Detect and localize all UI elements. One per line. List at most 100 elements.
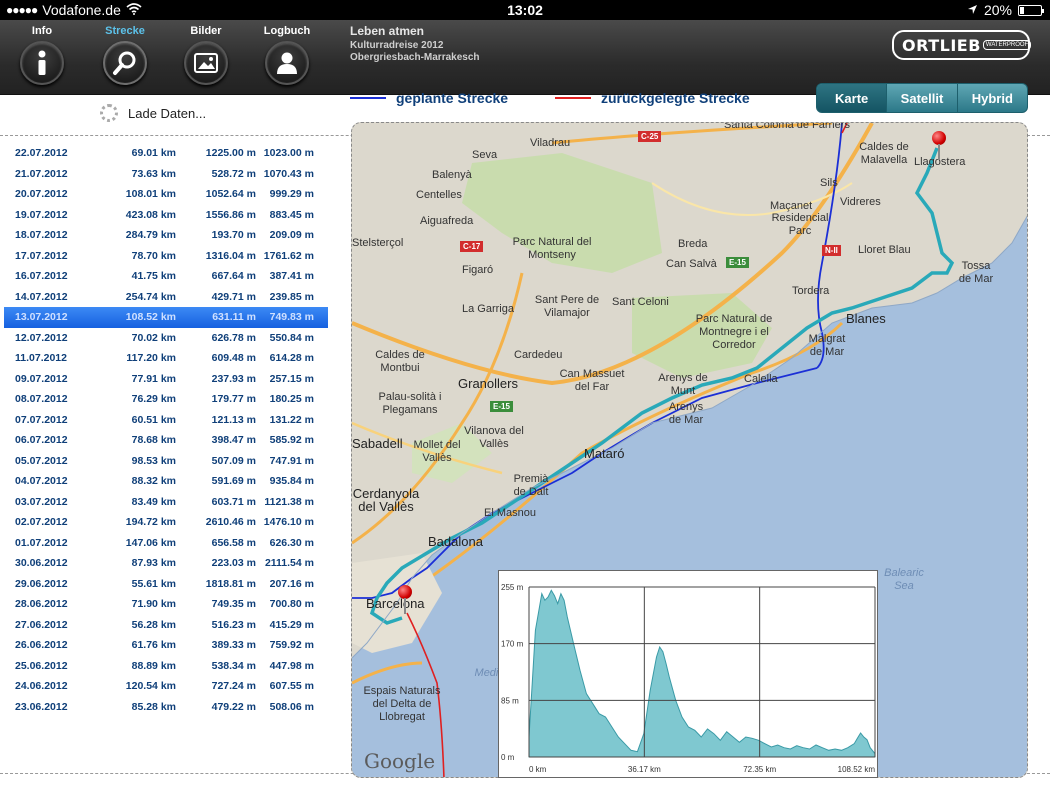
stage-distance: 55.61 km [131, 577, 176, 590]
stage-descent: 759.92 m [269, 639, 314, 652]
road-sign-e15-b: E-15 [490, 401, 513, 412]
battery-icon [1018, 4, 1044, 16]
stage-date: 04.07.2012 [15, 475, 68, 488]
google-attribution: Google [364, 749, 436, 773]
stage-date: 21.07.2012 [15, 167, 68, 180]
stage-descent: 207.16 m [269, 577, 314, 590]
map-label-caldes-malavella: Caldes de Malavella [859, 141, 909, 166]
clock: 13:02 [507, 2, 543, 18]
map-type-hybrid-button[interactable]: Hybrid [958, 84, 1027, 112]
status-bar: ●●●●● Vodafone.de 13:02 20% [0, 0, 1050, 20]
map-label-sils: Sils [820, 177, 838, 189]
stage-row[interactable]: 06.07.2012 78.68 km 398.47 m 585.92 m [4, 430, 328, 451]
stage-descent: 2111.54 m [264, 557, 314, 570]
nav-photos-label: Bilder [190, 25, 222, 37]
map-type-karte-button[interactable]: Karte [817, 84, 888, 112]
stage-date: 14.07.2012 [15, 290, 68, 303]
nav-route-label: Strecke [105, 25, 145, 37]
stage-date: 06.07.2012 [15, 434, 68, 447]
stage-row[interactable]: 25.06.2012 88.89 km 538.34 m 447.98 m [4, 656, 328, 677]
map-label-seva: Seva [472, 149, 498, 161]
stage-descent: 935.84 m [269, 475, 314, 488]
stage-ascent: 603.71 m [211, 495, 256, 508]
stage-date: 28.06.2012 [15, 598, 68, 611]
stage-row[interactable]: 29.06.2012 55.61 km 1818.81 m 207.16 m [4, 574, 328, 595]
stage-row[interactable]: 01.07.2012 147.06 km 656.58 m 626.30 m [4, 533, 328, 554]
stage-row[interactable]: 26.06.2012 61.76 km 389.33 m 759.92 m [4, 635, 328, 656]
stage-list[interactable]: 22.07.2012 69.01 km 1225.00 m 1023.00 m 21.0… [4, 143, 328, 717]
stage-row[interactable]: 14.07.2012 254.74 km 429.71 m 239.85 m [4, 287, 328, 308]
stage-row[interactable]: 22.07.2012 69.01 km 1225.00 m 1023.00 m [4, 143, 328, 164]
stage-row[interactable]: 02.07.2012 194.72 km 2610.46 m 1476.10 m [4, 512, 328, 533]
stage-distance: 61.76 km [131, 639, 176, 652]
stage-row[interactable]: 28.06.2012 71.90 km 749.35 m 700.80 m [4, 594, 328, 615]
map-label-vidreres: Vidreres [840, 196, 881, 208]
stage-descent: 585.92 m [269, 434, 314, 447]
map-label-cerdanyola: Cerdanyola del Vallès [352, 486, 420, 514]
stage-descent: 1023.00 m [263, 147, 314, 160]
stage-row[interactable]: 18.07.2012 284.79 km 193.70 m 209.09 m [4, 225, 328, 246]
nav-info-label: Info [31, 25, 53, 37]
stage-descent: 700.80 m [269, 598, 314, 611]
route-end-pin[interactable] [932, 131, 948, 161]
stage-row[interactable]: 24.06.2012 120.54 km 727.24 m 607.55 m [4, 676, 328, 697]
stage-row[interactable]: 09.07.2012 77.91 km 237.93 m 257.15 m [4, 369, 328, 390]
battery-level-fill [1020, 6, 1024, 14]
map-label-tordera: Tordera [792, 285, 830, 297]
pin-stick [404, 598, 406, 614]
stage-ascent: 516.23 m [211, 618, 256, 631]
stage-distance: 83.49 km [131, 495, 176, 508]
loading-text: Lade Daten... [128, 105, 207, 121]
legend-traveled-label: zurückgelegte Strecke [601, 90, 750, 106]
legend-planned-label: geplante Strecke [396, 90, 509, 106]
map-label-sant-celoni: Sant Celoni [612, 296, 669, 308]
stage-descent: 209.09 m [269, 229, 314, 242]
elevation-area [528, 589, 876, 758]
stage-distance: 284.79 km [125, 229, 176, 242]
map-label-premia: Premià de Dalt [513, 473, 549, 498]
stage-ascent: 656.58 m [211, 536, 256, 549]
stage-row[interactable]: 23.06.2012 85.28 km 479.22 m 508.06 m [4, 697, 328, 718]
stage-ascent: 727.24 m [211, 680, 256, 693]
stage-row[interactable]: 30.06.2012 87.93 km 223.03 m 2111.54 m [4, 553, 328, 574]
stage-row[interactable]: 11.07.2012 117.20 km 609.48 m 614.28 m [4, 348, 328, 369]
map-label-palau-solita: Palau-solità i Plegamans [378, 391, 442, 416]
stage-ascent: 121.13 m [211, 413, 256, 426]
map-label-aiguafreda: Aiguafreda [420, 215, 474, 227]
stage-row[interactable]: 12.07.2012 70.02 km 626.78 m 550.84 m [4, 328, 328, 349]
map-label-residencial-parc: Residencial Parc [771, 212, 829, 237]
stage-row[interactable]: 20.07.2012 108.01 km 1052.64 m 999.29 m [4, 184, 328, 205]
stage-row[interactable]: 07.07.2012 60.51 km 121.13 m 131.22 m [4, 410, 328, 431]
map-label-caldes-montbui: Caldes de Montbui [375, 349, 425, 374]
stage-row[interactable]: 13.07.2012 108.52 km 631.11 m 749.83 m [4, 307, 328, 328]
pin-stick [938, 144, 940, 160]
nav-photos-button[interactable]: Bilder [170, 25, 242, 95]
map-label-calella: Calella [744, 373, 778, 385]
project-route: Obergriesbach-Marrakesch [350, 52, 480, 63]
map-label-badalona: Badalona [428, 534, 483, 549]
stage-row[interactable]: 19.07.2012 423.08 km 1556.86 m 883.45 m [4, 205, 328, 226]
stage-row[interactable]: 16.07.2012 41.75 km 667.64 m 387.41 m [4, 266, 328, 287]
map-label-arenys-munt: Arenys de Munt [658, 372, 708, 397]
stage-row[interactable]: 27.06.2012 56.28 km 516.23 m 415.29 m [4, 615, 328, 636]
stage-row[interactable]: 04.07.2012 88.32 km 591.69 m 935.84 m [4, 471, 328, 492]
stage-row[interactable]: 08.07.2012 76.29 km 179.77 m 180.25 m [4, 389, 328, 410]
road-sign-c17: C-17 [460, 241, 484, 252]
search-icon [103, 41, 147, 85]
stage-row[interactable]: 17.07.2012 78.70 km 1316.04 m 1761.62 m [4, 246, 328, 267]
route-start-pin[interactable] [398, 585, 414, 615]
nav-logbook-button[interactable]: Logbuch [251, 25, 323, 95]
nav-route-button[interactable]: Strecke [89, 25, 161, 95]
stage-date: 12.07.2012 [15, 331, 68, 344]
stage-ascent: 479.22 m [211, 700, 256, 713]
stage-ascent: 626.78 m [211, 331, 256, 344]
stage-row[interactable]: 03.07.2012 83.49 km 603.71 m 1121.38 m [4, 492, 328, 513]
stage-ascent: 749.35 m [211, 598, 256, 611]
stage-date: 25.06.2012 [15, 659, 68, 672]
map-type-satellit-button[interactable]: Satellit [887, 84, 958, 112]
stage-descent: 415.29 m [269, 618, 314, 631]
stage-distance: 77.91 km [131, 372, 176, 385]
nav-info-button[interactable]: Info [6, 25, 78, 95]
stage-row[interactable]: 05.07.2012 98.53 km 507.09 m 747.91 m [4, 451, 328, 472]
stage-row[interactable]: 21.07.2012 73.63 km 528.72 m 1070.43 m [4, 164, 328, 185]
